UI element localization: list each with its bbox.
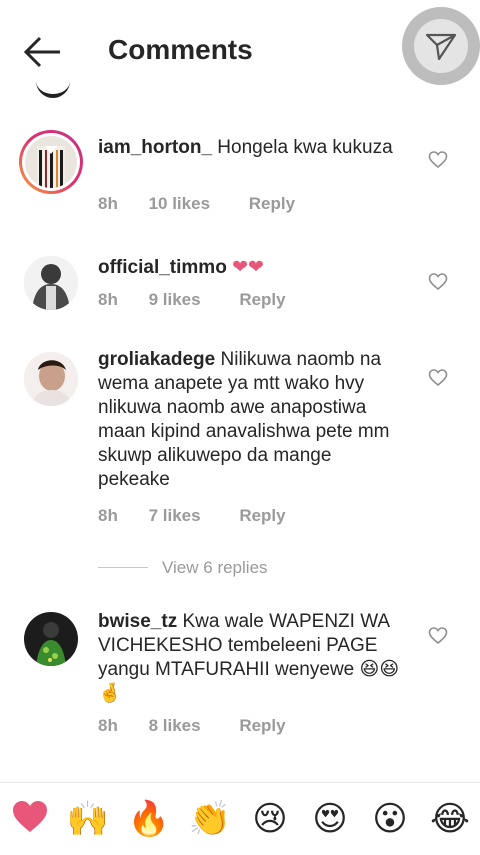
emoji-surprised-button[interactable]: 😮 xyxy=(368,797,412,841)
timestamp: 8h xyxy=(98,716,118,735)
reply-button[interactable]: Reply xyxy=(239,290,285,310)
username-link[interactable]: bwise_tz xyxy=(98,611,177,632)
like-button[interactable] xyxy=(428,150,448,170)
share-button[interactable] xyxy=(402,7,480,85)
likes-count[interactable]: 8 likes xyxy=(149,716,201,736)
paper-plane-icon xyxy=(425,33,457,61)
emoji-reaction-bar: 🙌 🔥 👏 😢 😍 😮 😂 xyxy=(0,782,480,855)
comment-meta: 8h 8 likes Reply xyxy=(98,716,286,736)
like-button[interactable] xyxy=(428,368,448,388)
comment-meta: 8h 10 likes Reply xyxy=(98,194,295,214)
likes-count[interactable]: 9 likes xyxy=(149,290,201,310)
avatar xyxy=(36,70,70,98)
comment-text: bwise_tz Kwa wale WAPENZI WA VICHEKESHO … xyxy=(98,611,400,704)
reply-button[interactable]: Reply xyxy=(249,194,295,214)
emoji-crying-button[interactable]: 😢 xyxy=(248,797,292,841)
emoji-heart-eyes-button[interactable]: 😍 xyxy=(308,797,352,841)
view-replies-label: View 6 replies xyxy=(162,558,268,577)
emoji-clapping-button[interactable]: 👏 xyxy=(188,797,232,841)
timestamp: 8h xyxy=(98,194,118,213)
avatar[interactable] xyxy=(24,352,78,406)
comment-text: groliakadege Nilikuwa naomb na wema anap… xyxy=(98,349,390,490)
username-link[interactable]: official_timmo xyxy=(98,257,227,278)
avatar[interactable] xyxy=(24,612,78,666)
likes-count[interactable]: 7 likes xyxy=(149,506,201,526)
header: Comments xyxy=(0,0,480,100)
emoji-fire-button[interactable]: 🔥 xyxy=(127,797,171,841)
back-button[interactable] xyxy=(20,34,64,70)
back-arrow-icon xyxy=(23,36,60,68)
username-link[interactable]: iam_horton_ xyxy=(98,137,212,158)
avatar[interactable] xyxy=(24,256,78,310)
heart-outline-icon xyxy=(428,627,448,645)
reply-button[interactable]: Reply xyxy=(239,506,285,526)
emoji-heart-button[interactable] xyxy=(8,797,52,841)
comment-meta: 8h 7 likes Reply xyxy=(98,506,286,526)
likes-count[interactable]: 10 likes xyxy=(149,194,210,214)
like-button[interactable] xyxy=(428,272,448,292)
comment-meta: 8h 9 likes Reply xyxy=(98,290,286,310)
timestamp: 8h xyxy=(98,506,118,525)
emoji-raised-hands-button[interactable]: 🙌 xyxy=(66,797,110,841)
reply-button[interactable]: Reply xyxy=(239,716,285,736)
heart-outline-icon xyxy=(428,369,448,387)
heart-icon xyxy=(13,801,47,832)
divider xyxy=(98,567,148,568)
username-link[interactable]: groliakadege xyxy=(98,349,215,370)
page-title: Comments xyxy=(108,34,253,65)
heart-outline-icon xyxy=(428,151,448,169)
comment-text: official_timmo ❤❤ xyxy=(98,257,264,278)
comment-text: iam_horton_ Hongela kwa kukuza xyxy=(98,137,393,158)
timestamp: 8h xyxy=(98,290,118,309)
like-button[interactable] xyxy=(428,626,448,646)
emoji-laughing-button[interactable]: 😂 xyxy=(428,797,472,841)
heart-outline-icon xyxy=(428,273,448,291)
avatar[interactable] xyxy=(19,130,83,194)
